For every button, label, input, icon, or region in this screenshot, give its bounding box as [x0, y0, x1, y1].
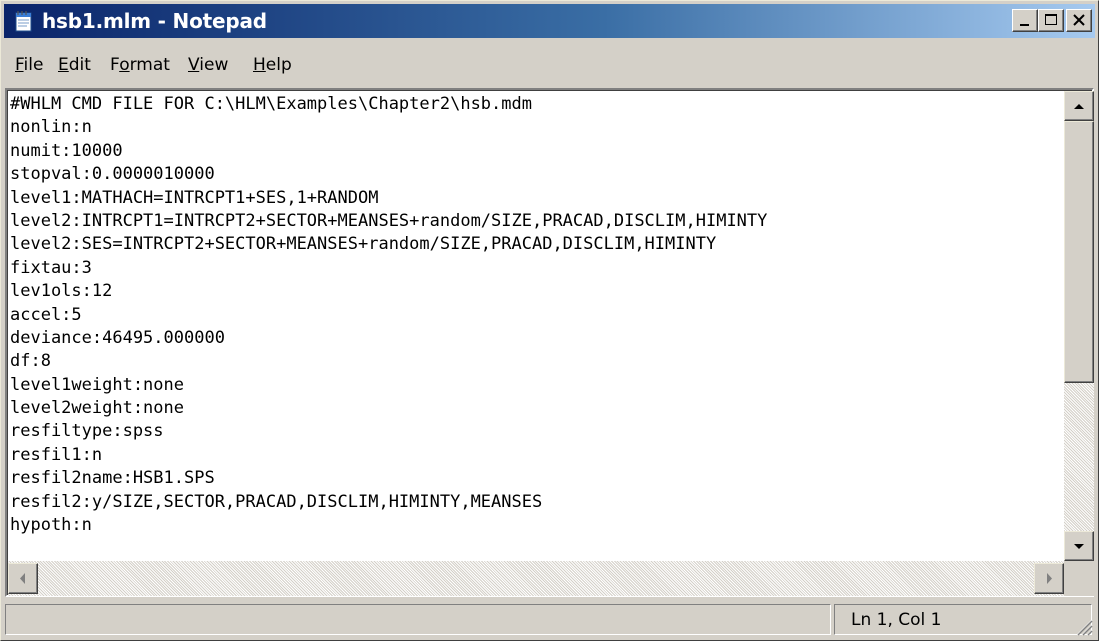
- menu-view-accel: V: [188, 55, 200, 75]
- horizontal-scrollbar[interactable]: [8, 561, 1064, 596]
- menu-help-accel: H: [253, 55, 266, 75]
- menu-format[interactable]: Format: [110, 54, 170, 76]
- menu-file-accel: F: [15, 55, 24, 75]
- menu-help[interactable]: Help: [253, 54, 292, 76]
- menu-edit-accel: E: [58, 55, 69, 75]
- text-line: fixtau:3: [10, 257, 92, 278]
- arrow-down-icon: [1074, 544, 1084, 549]
- menu-view[interactable]: View: [188, 54, 228, 76]
- status-pane-position: Ln 1, Col 1: [834, 604, 1092, 635]
- text-line: lev1ols:12: [10, 281, 113, 302]
- notepad-window: hsb1.mlm - Notepad File Edit Format View…: [0, 0, 1099, 641]
- text-line: resfil1:n: [10, 444, 103, 465]
- text-content[interactable]: #WHLM CMD FILE FOR C:\HLM\Examples\Chapt…: [10, 93, 1062, 563]
- close-icon: [1073, 14, 1085, 26]
- menu-format-accel: o: [119, 55, 130, 75]
- vertical-scroll-thumb[interactable]: [1064, 121, 1094, 383]
- menu-file-label: ile: [23, 55, 44, 75]
- scrollbar-corner: [1064, 561, 1094, 596]
- text-line: resfiltype:spss: [10, 421, 164, 442]
- arrow-left-icon: [20, 573, 25, 584]
- text-line: stopval:0.0000010000: [10, 164, 215, 185]
- title-bar[interactable]: hsb1.mlm - Notepad: [4, 4, 1095, 38]
- scroll-down-button[interactable]: [1064, 531, 1094, 561]
- minimize-icon: [1020, 24, 1029, 26]
- text-line: accel:5: [10, 304, 82, 325]
- editor-frame: #WHLM CMD FILE FOR C:\HLM\Examples\Chapt…: [7, 90, 1094, 596]
- text-line: level2:SES=INTRCPT2+SECTOR+MEANSES+rando…: [10, 234, 717, 255]
- scroll-left-button[interactable]: [8, 563, 38, 594]
- menu-format-prefix: F: [110, 55, 120, 75]
- text-line: level1:MATHACH=INTRCPT1+SES,1+RANDOM: [10, 187, 379, 208]
- arrow-up-icon: [1074, 104, 1084, 109]
- status-pane-main: [5, 604, 831, 635]
- text-line: hypoth:n: [10, 515, 92, 536]
- menu-view-label: iew: [199, 55, 229, 75]
- scroll-up-button[interactable]: [1064, 91, 1094, 121]
- resize-grip-icon[interactable]: [1071, 614, 1093, 636]
- text-line: level1weight:none: [10, 374, 184, 395]
- text-line: deviance:46495.000000: [10, 327, 225, 348]
- menu-bar: File Edit Format View Help: [4, 49, 1095, 79]
- text-editor[interactable]: #WHLM CMD FILE FOR C:\HLM\Examples\Chapt…: [5, 88, 1094, 597]
- vertical-scrollbar[interactable]: [1064, 91, 1094, 561]
- menu-edit[interactable]: Edit: [58, 54, 91, 76]
- text-line: level2:INTRCPT1=INTRCPT2+SECTOR+MEANSES+…: [10, 210, 768, 231]
- menu-format-label: rmat: [129, 55, 170, 75]
- close-button[interactable]: [1066, 9, 1092, 32]
- scroll-right-button[interactable]: [1034, 563, 1064, 594]
- maximize-icon: [1045, 14, 1057, 25]
- window-title: hsb1.mlm - Notepad: [42, 9, 267, 33]
- status-bar: Ln 1, Col 1: [4, 601, 1095, 638]
- text-line: nonlin:n: [10, 117, 92, 138]
- text-line: df:8: [10, 351, 51, 372]
- menu-file[interactable]: File: [15, 54, 43, 76]
- text-line: #WHLM CMD FILE FOR C:\HLM\Examples\Chapt…: [10, 94, 532, 114]
- text-line: level2weight:none: [10, 398, 184, 419]
- text-line: resfil2:y/SIZE,SECTOR,PRACAD,DISCLIM,HIM…: [10, 491, 543, 512]
- text-line: numit:10000: [10, 140, 123, 161]
- maximize-button[interactable]: [1038, 9, 1064, 32]
- cursor-position: Ln 1, Col 1: [851, 610, 942, 630]
- minimize-button[interactable]: [1012, 9, 1038, 32]
- menu-edit-label: dit: [68, 55, 91, 75]
- text-line: resfil2name:HSB1.SPS: [10, 468, 215, 489]
- arrow-right-icon: [1047, 573, 1052, 584]
- menu-help-label: elp: [265, 55, 292, 75]
- notepad-icon[interactable]: [14, 10, 34, 32]
